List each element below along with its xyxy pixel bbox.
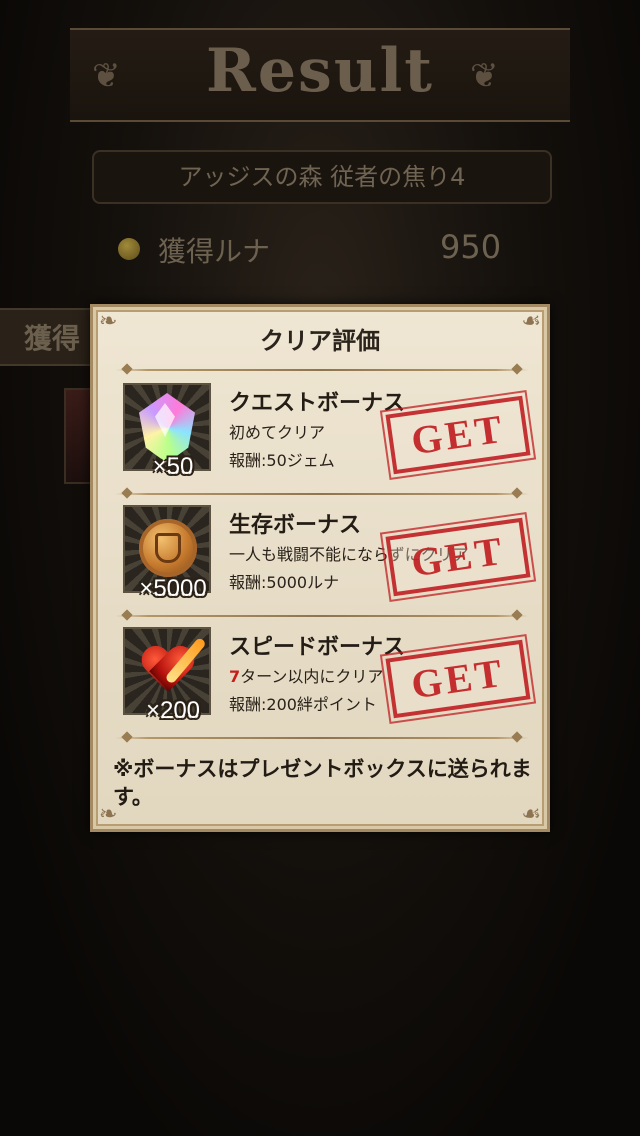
turn-count: 7	[229, 667, 241, 686]
divider	[115, 493, 529, 495]
result-title: Result	[206, 36, 434, 106]
bonus-condition: 初めてクリア	[229, 419, 325, 443]
dialog-title: クリア評価	[260, 327, 380, 355]
reward-quantity: ×50	[152, 453, 194, 480]
bonus-name: スピードボーナス	[229, 635, 406, 660]
stage-name-plate: アッジスの森 従者の焦り4	[92, 150, 552, 204]
bonus-row-quest: ×50 クエストボーナス 初めてクリア 報酬:50ジェム GET	[93, 381, 547, 491]
present-box-note: ※ボーナスはプレゼントボックスに送られます。	[113, 757, 532, 809]
get-stamp: GET	[380, 633, 536, 725]
bonus-reward: 報酬:200絆ポイント	[229, 695, 377, 714]
bonus-name: クエストボーナス	[229, 391, 406, 416]
reward-quantity: ×5000	[139, 575, 207, 602]
luna-earned-value: 950	[440, 228, 502, 266]
reward-quantity: ×200	[145, 697, 201, 724]
coin-emblem	[155, 533, 181, 563]
divider	[115, 737, 529, 739]
luna-earned-label: 獲得ルナ	[158, 235, 271, 268]
bonus-reward: 報酬:50ジェム	[229, 451, 335, 470]
clear-evaluation-dialog[interactable]: ❧ ☙ ❧ ☙ クリア評価 ×50 クエストボーナス 初めてクリア 報酬:50ジ…	[90, 304, 550, 832]
bonus-reward: 報酬:5000ルナ	[229, 573, 340, 592]
luna-coin-icon	[118, 238, 140, 260]
bonus-name: 生存ボーナス	[229, 513, 362, 538]
right-ornament-icon: ❦	[470, 56, 499, 96]
bonus-row-speed: ×200 スピードボーナス 7ターン以内にクリア 報酬:200絆ポイント GET	[93, 625, 547, 735]
get-stamp: GET	[380, 511, 536, 603]
divider	[115, 369, 529, 371]
bonus-condition: 7ターン以内にクリア	[229, 663, 383, 687]
get-stamp: GET	[380, 389, 536, 481]
bonus-row-survival: ×5000 生存ボーナス 一人も戦闘不能にならずにクリア 報酬:5000ルナ G…	[93, 503, 547, 613]
condition-text: ターン以内にクリア	[240, 667, 384, 686]
divider	[115, 615, 529, 617]
condition-text: 初めてクリア	[229, 423, 326, 442]
